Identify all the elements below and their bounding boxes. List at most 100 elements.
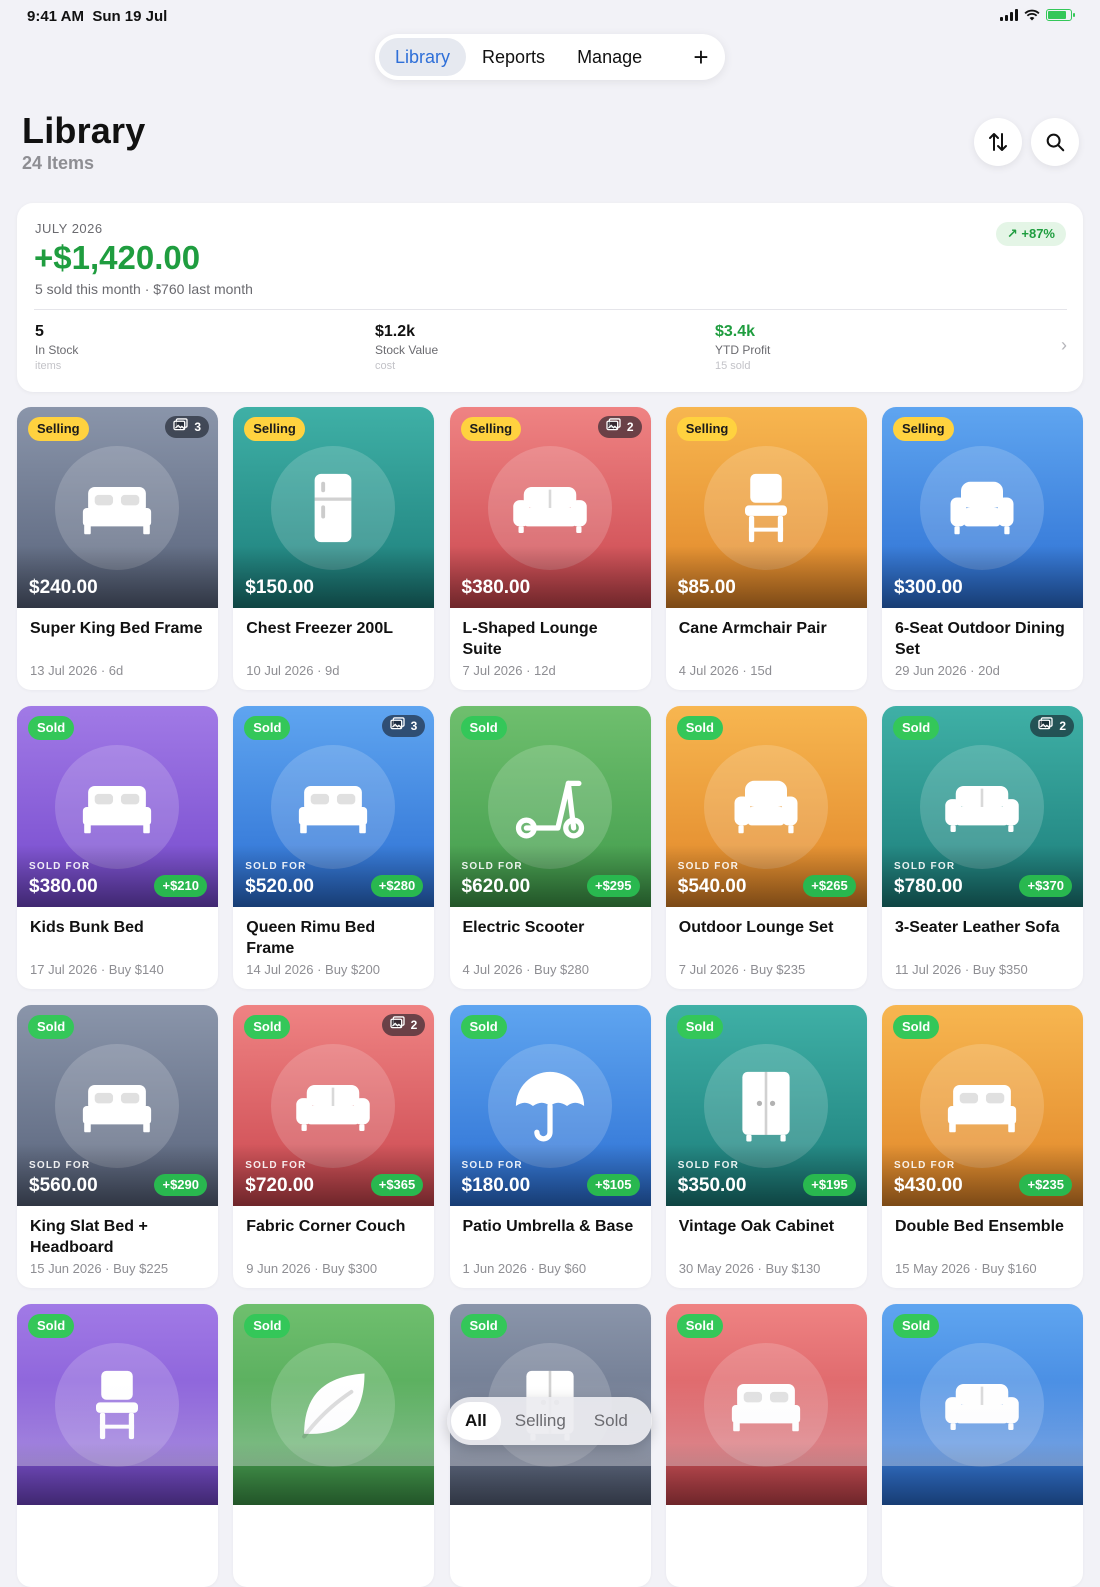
item-count: 24 Items xyxy=(22,153,95,173)
photo-count-badge: 2 xyxy=(381,1014,426,1036)
status-badge: Selling xyxy=(244,417,305,441)
item-name: L-Shaped Lounge Suite xyxy=(462,620,598,658)
item-name: Patio Umbrella & Base xyxy=(462,1218,634,1235)
status-badge: Selling xyxy=(28,417,89,441)
item-card-3-seater-leather-sofa[interactable]: Sold 2 SOLD FOR $780.00 +$370 3-Seater Leathe… xyxy=(882,706,1083,989)
item-image: Selling $85.00 xyxy=(665,407,867,608)
item-image: Sold 3 SOLD FOR $520.00 +$280 xyxy=(233,706,435,907)
status-filter: All Selling Sold xyxy=(447,1397,652,1445)
item-card-patio-umbrella-base[interactable]: Sold SOLD FOR $180.00 +$105 Patio Umbrella &… xyxy=(449,1005,651,1288)
item-card-vintage-oak-cabinet[interactable]: Sold SOLD FOR $350.00 +$195 Vintage Oak Cabi… xyxy=(665,1005,867,1288)
item-name: Outdoor Lounge Set xyxy=(678,919,834,936)
page-title: Library xyxy=(22,110,146,151)
item-name: Fabric Corner Couch xyxy=(246,1218,406,1235)
item-price: $520.00 xyxy=(245,876,314,897)
item-card[interactable]: Sold xyxy=(882,1304,1083,1587)
item-price: $180.00 xyxy=(461,1175,531,1196)
trend-up-icon: ↗ xyxy=(1006,226,1018,241)
item-price: $780.00 xyxy=(894,876,963,897)
status-badge: Sold xyxy=(460,1314,507,1338)
tab-reports[interactable]: Reports xyxy=(466,38,561,76)
profit-badge: +$105 xyxy=(586,1174,640,1196)
bed-icon xyxy=(920,1044,1044,1168)
item-image: Sold 2 SOLD FOR $720.00 +$365 xyxy=(233,1005,435,1206)
status-badge: Sold xyxy=(893,1314,940,1338)
photos-icon xyxy=(1038,715,1053,737)
item-meta: 1 Jun 2026 · Buy $60 xyxy=(462,1261,587,1276)
item-image: Sold SOLD FOR $620.00 +$295 xyxy=(449,706,651,907)
armchair-icon xyxy=(703,745,828,869)
filter-sold[interactable]: Sold xyxy=(580,1402,642,1440)
monthly-summary-card[interactable]: JULY 2026 +$1,420.00 5 sold this month ·… xyxy=(17,203,1083,392)
status-badge: Sold xyxy=(893,1015,940,1039)
tab-library[interactable]: Library xyxy=(379,38,467,76)
profit-badge: +$290 xyxy=(154,1174,207,1196)
status-badge: Selling xyxy=(676,417,738,441)
item-card-6-seat-outdoor-dining-set[interactable]: Selling $300.00 6-Seat Outdoor Dining Set 2… xyxy=(882,407,1083,690)
item-price: $380.00 xyxy=(29,876,98,897)
photo-count-badge: 2 xyxy=(597,416,642,438)
item-card-outdoor-lounge-set[interactable]: Sold SOLD FOR $540.00 +$265 Outdoor Lounge S… xyxy=(665,706,867,989)
sold-for-label: SOLD FOR xyxy=(677,1160,740,1171)
divider xyxy=(34,309,1067,310)
bed-icon xyxy=(55,1044,179,1168)
item-price: $560.00 xyxy=(29,1175,98,1196)
item-card[interactable]: Sold xyxy=(233,1304,435,1587)
tab-manage[interactable]: Manage xyxy=(561,38,658,76)
item-card-fabric-corner-couch[interactable]: Sold 2 SOLD FOR $720.00 +$365 Fabric Corner C… xyxy=(233,1005,435,1288)
item-meta: 13 Jul 2026 · 6d xyxy=(30,663,124,678)
item-meta: 11 Jul 2026 · Buy $350 xyxy=(895,962,1028,977)
status-badge: Sold xyxy=(28,716,75,740)
item-price: $380.00 xyxy=(461,577,531,598)
item-card-electric-scooter[interactable]: Sold SOLD FOR $620.00 +$295 Electric Scooter… xyxy=(449,706,651,989)
item-meta: 7 Jul 2026 · 12d xyxy=(462,663,556,678)
stat-ytd-profit: $3.4k YTD Profit 15 sold xyxy=(715,323,771,372)
item-meta: 30 May 2026 · Buy $130 xyxy=(678,1261,821,1276)
item-meta: 15 May 2026 · Buy $160 xyxy=(895,1261,1037,1276)
item-card[interactable]: Sold xyxy=(665,1304,867,1587)
item-card-cane-armchair-pair[interactable]: Selling $85.00 Cane Armchair Pair 4 Jul 202… xyxy=(665,407,867,690)
sold-for-label: SOLD FOR xyxy=(29,1160,91,1171)
item-card[interactable]: Sold xyxy=(17,1304,218,1587)
item-name: Super King Bed Frame xyxy=(30,620,203,637)
add-button[interactable]: + xyxy=(681,38,721,76)
item-price: $620.00 xyxy=(461,876,531,897)
item-name: King Slat Bed + Headboard xyxy=(30,1218,148,1256)
stat-in-stock: 5 In Stock items xyxy=(35,323,79,372)
sort-button[interactable] xyxy=(974,118,1022,166)
item-card-chest-freezer-200l[interactable]: Selling $150.00 Chest Freezer 200L 10 Jul 2… xyxy=(233,407,435,690)
item-card-king-slat-bed-headboard[interactable]: Sold SOLD FOR $560.00 +$290 King Slat Bed + … xyxy=(17,1005,218,1288)
item-card-super-king-bed-frame[interactable]: Selling 3 $240.00 Super King Bed Frame 13 Ju… xyxy=(17,407,218,690)
item-card-double-bed-ensemble[interactable]: Sold SOLD FOR $430.00 +$235 Double Bed Ensem… xyxy=(882,1005,1083,1288)
status-badge: Sold xyxy=(244,716,291,740)
status-icons xyxy=(1000,9,1075,21)
sold-for-label: SOLD FOR xyxy=(245,1160,307,1171)
item-card-queen-rimu-bed-frame[interactable]: Sold 3 SOLD FOR $520.00 +$280 Queen Rimu Bed … xyxy=(233,706,435,989)
item-card-l-shaped-lounge-suite[interactable]: Selling 2 $380.00 L-Shaped Lounge Suite 7 Ju… xyxy=(449,407,651,690)
item-meta: 7 Jul 2026 · Buy $235 xyxy=(678,962,806,977)
filter-selling[interactable]: Selling xyxy=(501,1402,580,1440)
item-card-kids-bunk-bed[interactable]: Sold SOLD FOR $380.00 +$210 Kids Bunk Bed 17 … xyxy=(17,706,218,989)
chevron-right-icon: › xyxy=(1061,335,1067,355)
status-badge: Selling xyxy=(460,417,522,441)
item-meta: 17 Jul 2026 · Buy $140 xyxy=(30,962,164,977)
status-badge: Sold xyxy=(28,1314,75,1338)
item-image: Sold SOLD FOR $560.00 +$290 xyxy=(17,1005,218,1206)
item-image: Sold SOLD FOR $350.00 +$195 xyxy=(665,1005,867,1206)
item-meta: 4 Jul 2026 · Buy $280 xyxy=(462,962,589,977)
status-badge: Sold xyxy=(676,1015,723,1039)
sold-for-label: SOLD FOR xyxy=(29,861,91,872)
status-badge: Sold xyxy=(28,1015,75,1039)
wifi-icon xyxy=(1024,9,1040,21)
battery-icon xyxy=(1046,9,1075,21)
item-price: $430.00 xyxy=(894,1175,963,1196)
search-button[interactable] xyxy=(1031,118,1079,166)
item-meta: 4 Jul 2026 · 15d xyxy=(678,663,772,678)
item-image: Sold xyxy=(233,1304,435,1505)
filter-all[interactable]: All xyxy=(451,1402,501,1440)
profit-badge: +$295 xyxy=(586,875,640,897)
item-meta: 10 Jul 2026 · 9d xyxy=(246,663,340,678)
item-price: $150.00 xyxy=(245,577,314,598)
item-card[interactable]: Sold xyxy=(449,1304,651,1587)
item-name: 3-Seater Leather Sofa xyxy=(895,919,1060,936)
